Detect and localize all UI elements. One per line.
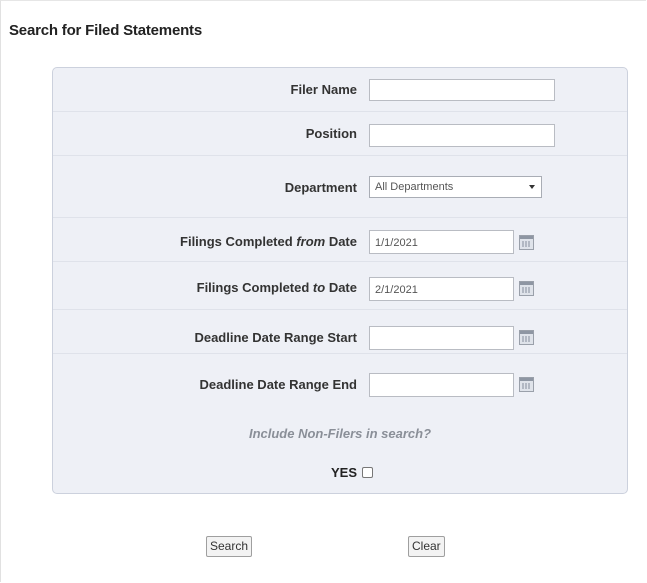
filings-to-label: Filings Completed to Date <box>196 280 357 295</box>
department-label: Department <box>284 180 357 195</box>
filer-name-label: Filer Name <box>290 82 357 97</box>
position-label: Position <box>305 126 357 141</box>
department-select[interactable]: All Departments <box>369 176 542 198</box>
deadline-start-row: Deadline Date Range Start <box>53 310 627 354</box>
clear-button[interactable]: Clear <box>408 536 445 557</box>
calendar-icon[interactable] <box>519 235 534 250</box>
filings-from-date-input[interactable]: 1/1/2021 <box>369 230 514 254</box>
search-form-panel: Filer Name Position Department All Depar… <box>52 67 628 494</box>
department-selected-value: All Departments <box>375 181 454 193</box>
deadline-end-label: Deadline Date Range End <box>199 377 357 392</box>
deadline-start-date-input[interactable] <box>369 326 514 350</box>
calendar-icon[interactable] <box>519 281 534 296</box>
filings-to-date-input[interactable]: 2/1/2021 <box>369 277 514 301</box>
page-title: Search for Filed Statements <box>9 22 202 39</box>
search-button[interactable]: Search <box>206 536 253 557</box>
calendar-icon[interactable] <box>519 330 534 345</box>
include-nonfilers-question: Include Non-Filers in search? <box>248 426 432 441</box>
position-row: Position <box>53 112 627 156</box>
deadline-end-row: Deadline Date Range End <box>53 354 627 398</box>
filings-to-row: Filings Completed to Date 2/1/2021 <box>53 262 627 310</box>
include-nonfilers-checkbox[interactable] <box>362 467 374 478</box>
include-nonfilers-option: YES <box>331 465 374 480</box>
chevron-down-icon <box>529 185 535 189</box>
filings-from-label: Filings Completed from Date <box>180 234 357 249</box>
deadline-end-date-input[interactable] <box>369 373 514 397</box>
position-input[interactable] <box>369 124 555 147</box>
yes-label: YES <box>331 465 358 480</box>
calendar-icon[interactable] <box>519 377 534 392</box>
filings-from-row: Filings Completed from Date 1/1/2021 <box>53 218 627 262</box>
filer-name-row: Filer Name <box>53 68 627 112</box>
filer-name-input[interactable] <box>369 79 555 101</box>
deadline-start-label: Deadline Date Range Start <box>194 330 357 345</box>
